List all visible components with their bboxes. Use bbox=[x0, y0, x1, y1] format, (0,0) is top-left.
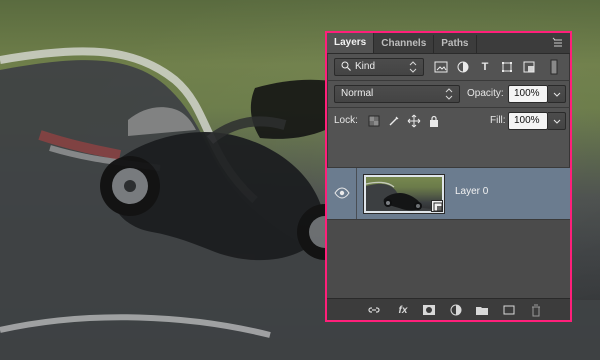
adjustment-layer-icon[interactable] bbox=[448, 303, 464, 317]
tab-paths[interactable]: Paths bbox=[434, 35, 477, 53]
divider bbox=[327, 80, 570, 81]
lock-image-pixels-icon[interactable] bbox=[385, 112, 403, 130]
kind-filter-select[interactable]: Kind bbox=[334, 58, 424, 76]
layer-thumbnail bbox=[363, 174, 445, 214]
panel-tabs: Layers Channels Paths bbox=[327, 33, 570, 54]
filter-toggle-icon[interactable] bbox=[549, 58, 559, 76]
filter-row: Kind T bbox=[327, 57, 570, 77]
tab-layers[interactable]: Layers bbox=[327, 33, 375, 53]
smart-object-badge-icon bbox=[431, 200, 443, 212]
lock-all-icon[interactable] bbox=[425, 112, 443, 130]
link-layers-icon[interactable] bbox=[366, 303, 382, 317]
fx-icon[interactable]: fx bbox=[393, 303, 413, 317]
opacity-label: Opacity: bbox=[467, 88, 504, 99]
lock-transparent-pixels-icon[interactable] bbox=[365, 112, 383, 130]
lock-position-icon[interactable] bbox=[405, 112, 423, 130]
visibility-eye-icon[interactable] bbox=[333, 184, 351, 202]
lock-row: Lock: Fill: 100% bbox=[327, 111, 570, 131]
blend-mode-value: Normal bbox=[341, 88, 374, 99]
chevron-updown-icon bbox=[409, 61, 417, 73]
fill-field[interactable]: 100% bbox=[508, 112, 548, 130]
divider bbox=[327, 107, 570, 108]
fill-label: Fill: bbox=[490, 115, 506, 126]
blend-row: Normal Opacity: 100% bbox=[327, 84, 570, 104]
smart-object-filter-icon[interactable] bbox=[520, 58, 538, 76]
layers-panel: Layers Channels Paths Kind T Normal Opac… bbox=[325, 31, 572, 322]
tab-channels[interactable]: Channels bbox=[374, 35, 435, 53]
opacity-dropdown-button[interactable] bbox=[548, 85, 566, 103]
layers-footer-toolbar: fx bbox=[327, 298, 570, 320]
chevron-down-icon bbox=[553, 119, 560, 124]
new-layer-icon[interactable] bbox=[501, 303, 517, 317]
layer-row[interactable]: Layer 0 bbox=[327, 168, 570, 220]
layer-name: Layer 0 bbox=[455, 186, 489, 197]
image-filter-icon[interactable] bbox=[432, 58, 450, 76]
chevron-down-icon bbox=[553, 92, 560, 97]
type-filter-icon[interactable]: T bbox=[476, 58, 494, 76]
panel-menu-icon[interactable] bbox=[552, 37, 564, 49]
layers-list: Layer 0 bbox=[327, 167, 570, 301]
fill-dropdown-button[interactable] bbox=[548, 112, 566, 130]
lock-label: Lock: bbox=[334, 115, 358, 126]
divider bbox=[356, 168, 357, 220]
fx-text: fx bbox=[398, 304, 408, 316]
trash-icon[interactable] bbox=[528, 303, 544, 317]
add-mask-icon[interactable] bbox=[421, 303, 437, 317]
chevron-updown-icon bbox=[445, 88, 453, 100]
opacity-field[interactable]: 100% bbox=[508, 85, 548, 103]
adjustment-filter-icon[interactable] bbox=[454, 58, 472, 76]
search-icon bbox=[340, 60, 352, 78]
new-group-icon[interactable] bbox=[474, 303, 490, 317]
shape-filter-icon[interactable] bbox=[498, 58, 516, 76]
kind-label: Kind bbox=[355, 61, 376, 72]
blend-mode-select[interactable]: Normal bbox=[334, 85, 460, 103]
